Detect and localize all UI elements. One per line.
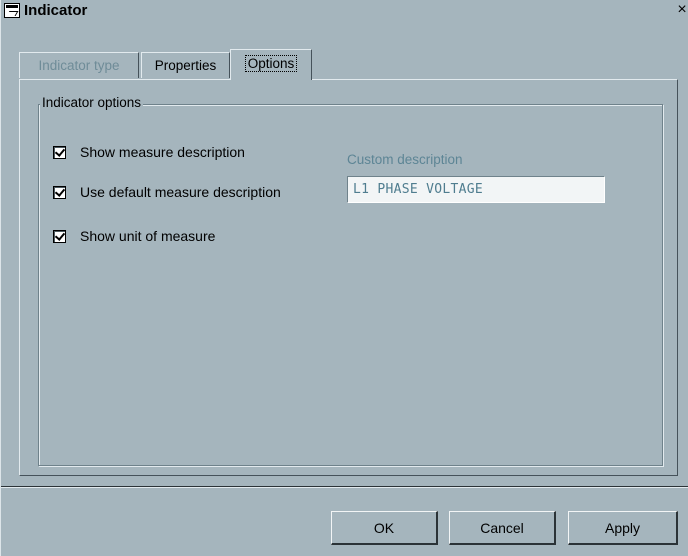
tab-properties[interactable]: Properties bbox=[141, 52, 230, 78]
apply-button[interactable]: Apply bbox=[568, 511, 678, 545]
dialog-window: Indicator × Indicator type Properties Op… bbox=[0, 0, 688, 556]
window-title: Indicator bbox=[24, 2, 88, 19]
tab-label: Properties bbox=[154, 58, 217, 73]
tab-label: Options bbox=[244, 55, 298, 72]
checkbox-label: Use default measure description bbox=[80, 184, 281, 200]
tab-options[interactable]: Options bbox=[230, 49, 312, 80]
checkbox-box[interactable] bbox=[53, 145, 66, 159]
tab-indicator-type[interactable]: Indicator type bbox=[19, 52, 139, 78]
group-legend: Indicator options bbox=[40, 95, 144, 110]
checkbox-box[interactable] bbox=[53, 185, 66, 199]
show-measure-description-checkbox[interactable]: Show measure description bbox=[53, 143, 245, 161]
use-default-description-checkbox[interactable]: Use default measure description bbox=[53, 183, 281, 201]
custom-description-label: Custom description bbox=[347, 152, 463, 167]
checkbox-label: Show unit of measure bbox=[80, 228, 216, 244]
checkbox-label: Show measure description bbox=[80, 144, 245, 160]
title-bar[interactable]: Indicator × bbox=[1, 0, 688, 22]
divider bbox=[1, 486, 688, 488]
checkbox-box[interactable] bbox=[53, 229, 66, 243]
show-unit-checkbox[interactable]: Show unit of measure bbox=[53, 227, 215, 245]
tab-label: Indicator type bbox=[38, 58, 120, 73]
ok-button[interactable]: OK bbox=[331, 511, 438, 545]
cancel-button[interactable]: Cancel bbox=[449, 511, 556, 545]
options-panel: Indicator options Show measure descripti… bbox=[19, 79, 678, 476]
custom-description-input[interactable] bbox=[347, 176, 605, 203]
close-button[interactable]: × bbox=[675, 1, 688, 19]
window-icon bbox=[4, 3, 20, 18]
